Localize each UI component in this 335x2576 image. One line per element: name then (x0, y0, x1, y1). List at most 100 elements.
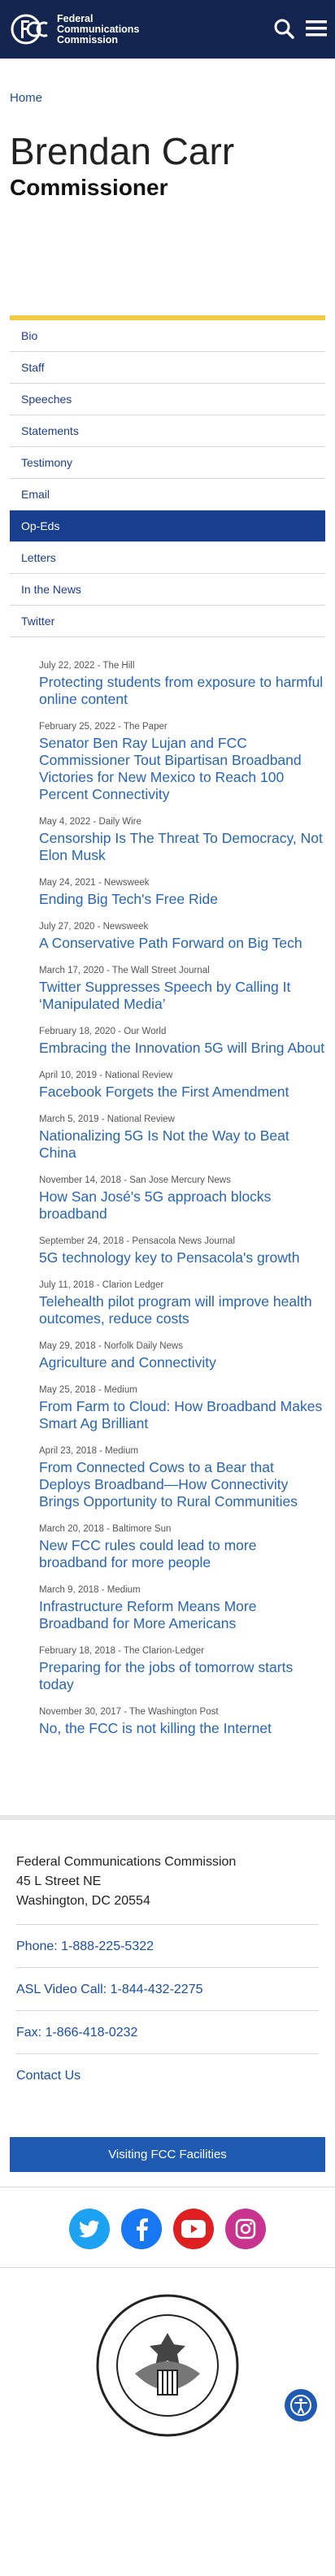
article-meta: February 18, 2018 - The Clarion-Ledger (39, 1646, 205, 1656)
list-item: July 11, 2018 - Clarion Ledger Telehealt… (39, 1279, 325, 1327)
page-subtitle: Commissioner (10, 175, 168, 200)
commissioner-nav: Bio Staff Speeches Statements Testimony … (10, 315, 325, 637)
accessibility-icon[interactable] (285, 2389, 317, 2422)
article-link[interactable]: From Connected Cows to a Bear that Deplo… (39, 1459, 298, 1510)
list-item: May 25, 2018 - Medium From Farm to Cloud… (39, 1384, 325, 1432)
article-link[interactable]: Censorship Is The Threat To Democracy, N… (39, 830, 323, 863)
contact-us-link[interactable]: Contact Us (16, 2054, 319, 2096)
fcc-logo-text: Federal Communications Commission (57, 12, 140, 46)
article-link[interactable]: Senator Ben Ray Lujan and FCC Commission… (39, 735, 302, 802)
article-link[interactable]: Infrastructure Reform Means More Broadba… (39, 1598, 256, 1631)
nav-item-email[interactable]: Email (10, 479, 325, 510)
article-meta: April 10, 2019 - National Review (39, 1071, 173, 1080)
logo-line-1: Federal (57, 12, 94, 24)
article-meta: July 11, 2018 - Clarion Ledger (39, 1280, 164, 1290)
address-line-3: Washington, DC 20554 (16, 1894, 150, 1908)
logo-line-3: Commission (57, 33, 119, 46)
nav-item-op-eds[interactable]: Op-Eds (10, 510, 325, 542)
header-actions (273, 18, 327, 43)
breadcrumb: Home (0, 59, 335, 130)
list-item: May 4, 2022 - Daily Wire Censorship Is T… (39, 816, 325, 864)
list-item: May 24, 2021 - Newsweek Ending Big Tech'… (39, 877, 325, 908)
nav-item-bio[interactable]: Bio (10, 320, 325, 352)
site-footer: Federal Communications Commission 45 L S… (0, 1820, 335, 2096)
nav-item-speeches[interactable]: Speeches (10, 384, 325, 415)
article-link[interactable]: Nationalizing 5G Is Not the Way to Beat … (39, 1127, 289, 1161)
youtube-icon[interactable] (173, 2209, 214, 2249)
list-item: July 22, 2022 - The Hill Protecting stud… (39, 660, 325, 708)
footer-address: Federal Communications Commission 45 L S… (16, 1853, 319, 1925)
instagram-icon[interactable] (225, 2209, 266, 2249)
phone-link[interactable]: Phone: 1-888-225-5322 (16, 1925, 319, 1968)
list-item: November 14, 2018 - San Jose Mercury New… (39, 1175, 325, 1223)
nav-item-statements[interactable]: Statements (10, 415, 325, 447)
page-title: Brendan Carr (10, 130, 235, 172)
footer-seal-area (0, 2267, 335, 2437)
article-link[interactable]: Facebook Forgets the First Amendment (39, 1084, 289, 1100)
list-item: April 23, 2018 - Medium From Connected C… (39, 1445, 325, 1510)
article-meta: March 9, 2018 - Medium (39, 1585, 141, 1595)
article-meta: May 4, 2022 - Daily Wire (39, 817, 141, 827)
article-meta: February 25, 2022 - The Paper (39, 722, 168, 732)
nav-item-staff[interactable]: Staff (10, 352, 325, 384)
search-icon[interactable] (273, 18, 294, 43)
list-item: February 18, 2018 - The Clarion-Ledger P… (39, 1645, 325, 1693)
asl-video-call-link[interactable]: ASL Video Call: 1-844-432-2275 (16, 1968, 319, 2011)
list-item: March 9, 2018 - Medium Infrastructure Re… (39, 1584, 325, 1632)
article-link[interactable]: New FCC rules could lead to more broadba… (39, 1537, 256, 1570)
article-link[interactable]: Protecting students from exposure to har… (39, 674, 323, 707)
list-item: February 25, 2022 - The Paper Senator Be… (39, 721, 325, 803)
menu-icon[interactable] (306, 19, 327, 42)
article-meta: April 23, 2018 - Medium (39, 1446, 139, 1456)
article-meta: February 18, 2020 - Our World (39, 1027, 167, 1036)
facebook-icon[interactable] (121, 2209, 162, 2249)
article-link[interactable]: How San José's 5G approach blocks broadb… (39, 1188, 271, 1222)
article-meta: May 25, 2018 - Medium (39, 1385, 137, 1395)
fcc-seal-icon (94, 2292, 241, 2437)
article-meta: March 20, 2018 - Baltimore Sun (39, 1524, 172, 1534)
fax-link[interactable]: Fax: 1-866-418-0232 (16, 2011, 319, 2054)
article-link[interactable]: From Farm to Cloud: How Broadband Makes … (39, 1398, 322, 1431)
list-item: April 10, 2019 - National Review Faceboo… (39, 1070, 325, 1101)
list-item: March 20, 2018 - Baltimore Sun New FCC r… (39, 1523, 325, 1571)
fcc-logo-link[interactable]: Federal Communications Commission (10, 12, 139, 46)
social-links (0, 2209, 335, 2249)
article-link[interactable]: Ending Big Tech's Free Ride (39, 891, 218, 907)
article-meta: May 29, 2018 - Norfolk Daily News (39, 1341, 184, 1351)
article-link[interactable]: 5G technology key to Pensacola's growth (39, 1249, 299, 1266)
list-item: March 17, 2020 - The Wall Street Journal… (39, 965, 325, 1013)
article-meta: March 5, 2019 - National Review (39, 1114, 175, 1124)
twitter-icon[interactable] (69, 2209, 110, 2249)
list-item: February 18, 2020 - Our World Embracing … (39, 1026, 325, 1057)
article-link[interactable]: Telehealth pilot program will improve he… (39, 1293, 312, 1327)
article-meta: March 17, 2020 - The Wall Street Journal (39, 966, 210, 975)
list-item: September 24, 2018 - Pensacola News Jour… (39, 1236, 325, 1266)
logo-line-2: Communications (57, 23, 140, 35)
nav-item-in-the-news[interactable]: In the News (10, 574, 325, 606)
address-line-2: 45 L Street NE (16, 1874, 102, 1888)
article-meta: November 30, 2017 - The Washington Post (39, 1707, 219, 1717)
article-link[interactable]: Agriculture and Connectivity (39, 1354, 216, 1371)
visiting-fcc-facilities-button[interactable]: Visiting FCC Facilities (10, 2137, 325, 2172)
article-meta: May 24, 2021 - Newsweek (39, 878, 150, 888)
nav-item-letters[interactable]: Letters (10, 542, 325, 574)
breadcrumb-home-link[interactable]: Home (10, 91, 42, 105)
article-meta: July 22, 2022 - The Hill (39, 661, 135, 671)
op-eds-list: July 22, 2022 - The Hill Protecting stud… (0, 637, 335, 1737)
nav-item-testimony[interactable]: Testimony (10, 447, 325, 479)
article-link[interactable]: Embracing the Innovation 5G will Bring A… (39, 1040, 324, 1056)
list-item: November 30, 2017 - The Washington Post … (39, 1706, 325, 1737)
nav-item-twitter[interactable]: Twitter (10, 606, 325, 637)
article-link[interactable]: Twitter Suppresses Speech by Calling It … (39, 979, 290, 1012)
article-link[interactable]: No, the FCC is not killing the Internet (39, 1720, 272, 1736)
article-meta: July 27, 2020 - Newsweek (39, 922, 149, 932)
list-item: July 27, 2020 - Newsweek A Conservative … (39, 921, 325, 952)
article-link[interactable]: A Conservative Path Forward on Big Tech (39, 935, 302, 951)
fcc-logo-mark (10, 12, 50, 46)
list-item: March 5, 2019 - National Review National… (39, 1114, 325, 1162)
article-meta: September 24, 2018 - Pensacola News Jour… (39, 1236, 236, 1246)
address-line-1: Federal Communications Commission (16, 1855, 237, 1869)
list-item: May 29, 2018 - Norfolk Daily News Agricu… (39, 1340, 325, 1371)
site-header: Federal Communications Commission (0, 0, 335, 59)
article-link[interactable]: Preparing for the jobs of tomorrow start… (39, 1659, 293, 1692)
